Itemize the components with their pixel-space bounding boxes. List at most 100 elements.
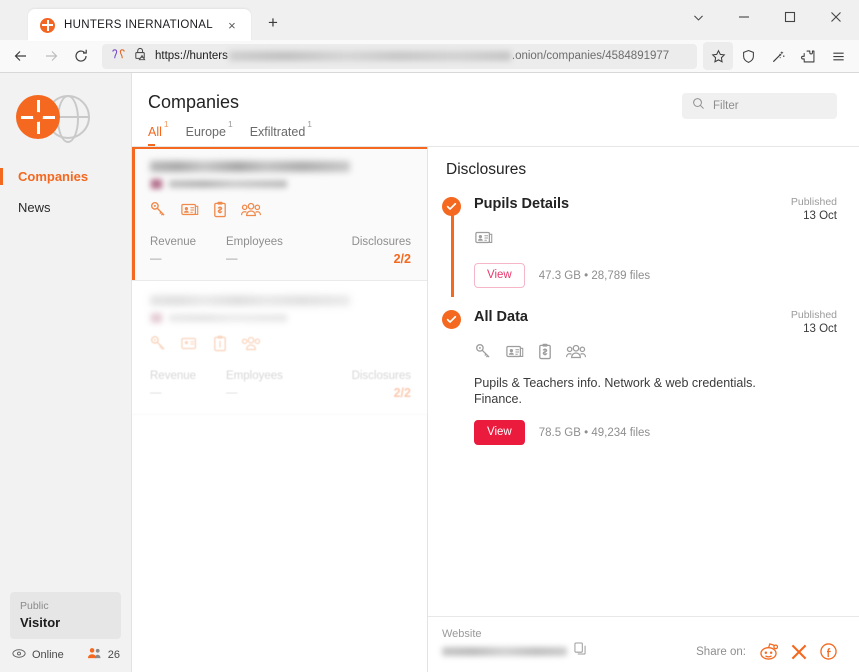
reload-icon[interactable] [66,42,96,70]
filter-search-box[interactable]: Filter [682,93,837,119]
filter-tabs: All1 Europe1 Exfiltrated1 [148,119,312,147]
app-sidebar: Companies News Public Visitor Online 26 [0,73,132,672]
tab-europe-label: Europe [185,125,226,140]
share-block: Share on: [696,643,837,660]
company-list: Revenue — Employees — Disclosures 2/2 Re… [132,147,427,416]
tab-exfiltrated-count: 1 [307,119,313,129]
header-left: Companies All1 Europe1 Exfiltrated1 [148,89,312,147]
website-label: Website [442,628,482,640]
website-block: Website [442,627,586,660]
employees-label: Employees [226,236,283,249]
disclosure-description: Pupils & Teachers info. Network & web cr… [474,376,756,407]
disclosure-list: Pupils Details Published 13 Oct View 47.… [442,195,837,446]
website-row [442,642,586,660]
tab-europe[interactable]: Europe1 [185,119,233,146]
shield-icon[interactable] [733,42,763,70]
copy-icon[interactable] [574,642,586,660]
key-icon [475,343,492,365]
tab-all-label: All [148,125,162,140]
browser-navbar: https://hunters .onion/companies/4584891… [0,40,859,73]
sidebar-item-news[interactable]: News [0,192,131,223]
logo-container [0,73,131,145]
facebook-icon[interactable] [820,643,837,660]
close-tab-icon[interactable]: × [222,15,242,35]
back-arrow-icon[interactable] [6,42,36,70]
disclosures-label: Disclosures [351,236,411,249]
visitor-count-value: 26 [107,648,120,661]
company-disclosures: Disclosures 2/2 [352,368,411,402]
magic-wand-icon[interactable] [763,42,793,70]
tab-exfiltrated-label: Exfiltrated [249,125,306,140]
hunters-international-logo-icon [16,95,90,141]
meta-separator: • [584,269,589,282]
sidebar-item-label: Companies [18,169,89,184]
onion-lock-warning-icon[interactable] [133,46,148,66]
menu-icon[interactable] [823,42,853,70]
minimize-button[interactable] [721,0,767,34]
disclosures-value: 2/2 [393,386,411,401]
tor-circuit-icon[interactable] [111,46,126,66]
employees-label: Employees [226,370,283,383]
disclosures-panel: Disclosures Pupils Details Published 13 … [428,147,859,672]
people-icon [87,647,102,662]
page-content: Companies News Public Visitor Online 26 … [0,73,859,672]
id-card-icon [181,336,199,356]
check-circle-icon [442,310,461,330]
browser-toolbar-icons [703,42,853,70]
published-label: Published [790,196,837,209]
new-tab-button[interactable]: + [259,9,287,37]
sidebar-status-bar: Online 26 [0,647,131,672]
sidebar-item-companies[interactable]: Companies [0,161,131,192]
hunters-logo-icon [40,17,55,33]
user-box[interactable]: Public Visitor [10,592,121,639]
browser-tab[interactable]: HUNTERS INERNATIONAL × [28,9,251,41]
tab-list-chevron-down-icon[interactable] [675,0,721,34]
company-list-column: Revenue — Employees — Disclosures 2/2 Re… [132,147,428,672]
online-label: Online [32,648,64,661]
disclosure-files: 28,789 files [591,269,651,282]
search-icon [692,97,705,115]
forward-arrow-icon[interactable] [36,42,66,70]
company-data-icons [150,201,411,223]
close-window-button[interactable] [813,0,859,34]
disclosure-header: All Data Published 13 Oct [474,308,837,337]
user-name: Visitor [20,615,61,630]
tab-europe-count: 1 [227,119,233,129]
disclosure-meta: 78.5 GB • 49,234 files [539,427,650,439]
detail-footer: Website Share on: [428,616,859,672]
browser-window: HUNTERS INERNATIONAL × + https://hunters… [0,0,859,672]
bookmark-star-icon[interactable] [703,42,733,70]
company-name-redacted [150,161,350,173]
window-controls [675,0,859,34]
disclosure-name: All Data [474,309,528,326]
disclosures-scroll: Disclosures Pupils Details Published 13 … [428,147,859,616]
tab-all[interactable]: All1 [148,119,169,147]
finance-clipboard-icon [213,201,227,223]
published-info: Published 13 Oct [791,308,837,337]
eye-icon [12,648,26,662]
published-date: 13 Oct [803,210,837,223]
tab-exfiltrated[interactable]: Exfiltrated1 [249,119,312,146]
filter-input[interactable]: Filter [713,100,739,112]
company-card[interactable]: Revenue — Employees — Disclosures 2/2 [132,281,427,416]
extensions-icon[interactable] [793,42,823,70]
tab-strip: HUNTERS INERNATIONAL × + [0,0,287,41]
key-icon [150,201,167,223]
flag-icon [150,313,163,324]
address-bar[interactable]: https://hunters .onion/companies/4584891… [102,43,697,69]
disclosure-header: Pupils Details Published 13 Oct [474,195,837,224]
company-country-redacted [150,313,411,324]
company-country-redacted [150,179,411,190]
reddit-icon[interactable] [759,643,779,660]
disclosures-value: 2/2 [393,252,411,267]
revenue-value: — [150,387,162,400]
view-button[interactable]: View [474,263,525,289]
disclosure-files: 49,234 files [591,426,651,439]
company-card[interactable]: Revenue — Employees — Disclosures 2/2 [132,147,427,282]
view-button[interactable]: View [474,420,525,446]
x-twitter-icon[interactable] [791,644,807,660]
body-split: Revenue — Employees — Disclosures 2/2 Re… [132,146,859,672]
finance-clipboard-icon [538,343,552,365]
maximize-button[interactable] [767,0,813,34]
revenue-label: Revenue [150,236,197,249]
